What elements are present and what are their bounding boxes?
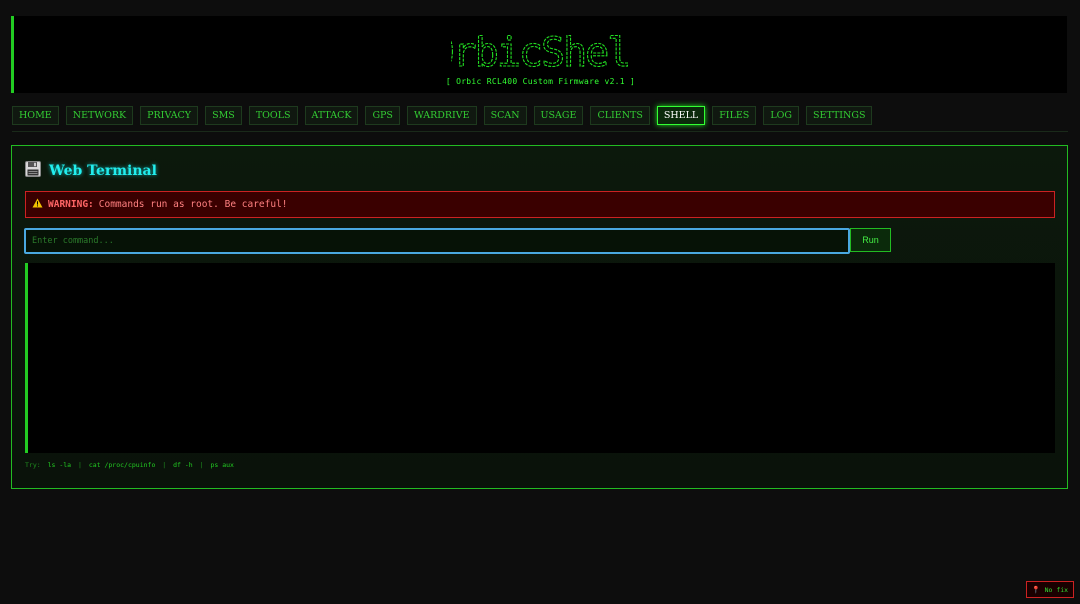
nav-divider xyxy=(12,131,1068,132)
gps-status-text: No fix xyxy=(1044,585,1069,594)
warning-label: WARNING: xyxy=(48,199,94,210)
nav-item-attack[interactable]: ATTACK xyxy=(304,106,359,125)
nav-item-clients[interactable]: CLIENTS xyxy=(590,106,650,125)
nav-item-log[interactable]: LOG xyxy=(763,106,800,125)
nav-item-home[interactable]: HOME xyxy=(12,106,59,125)
pin-icon: 📍 xyxy=(1031,585,1041,594)
hint-separator: | xyxy=(162,461,167,469)
svg-text:OrbicShell: OrbicShell xyxy=(451,30,631,76)
command-input[interactable] xyxy=(24,228,850,254)
hint-separator: | xyxy=(199,461,204,469)
main-nav: HOME NETWORK PRIVACY SMS TOOLS ATTACK GPS WARDR… xyxy=(12,106,879,126)
nav-item-network[interactable]: NETWORK xyxy=(65,106,134,125)
panel-header: Web Terminal xyxy=(25,161,157,181)
hint-command: cat /proc/cpuinfo xyxy=(88,461,156,469)
run-button[interactable]: Run xyxy=(850,228,891,252)
panel-title: Web Terminal xyxy=(49,163,157,179)
logo-text: OrbicShell xyxy=(451,29,631,76)
nav-item-shell[interactable]: SHELL xyxy=(656,106,706,125)
nav-item-settings[interactable]: SETTINGS xyxy=(806,106,873,125)
nav-item-usage[interactable]: USAGE xyxy=(533,106,584,125)
hint-command: ps aux xyxy=(210,461,234,469)
hint-command: ls -la xyxy=(47,461,72,469)
warning-message: Commands run as root. Be careful! xyxy=(98,199,288,210)
root-warning-banner: WARNING: Commands run as root. Be carefu… xyxy=(25,191,1055,218)
terminal-output[interactable] xyxy=(25,263,1055,453)
hint-separator: | xyxy=(77,461,82,469)
app-header: OrbicShell [ Orbic RCL400 Custom Firmwar… xyxy=(11,16,1067,93)
web-terminal-panel: Web Terminal WARNING: Commands run as ro… xyxy=(11,145,1068,489)
nav-item-scan[interactable]: SCAN xyxy=(483,106,527,125)
nav-item-privacy[interactable]: PRIVACY xyxy=(140,106,199,125)
warning-triangle-icon xyxy=(32,198,43,211)
hint-command: df -h xyxy=(173,461,193,469)
firmware-subtitle: [ Orbic RCL400 Custom Firmware v2.1 ] xyxy=(445,77,636,86)
command-hints: Try: ls -la | cat /proc/cpuinfo | df -h … xyxy=(25,461,234,469)
nav-item-wardrive[interactable]: WARDRIVE xyxy=(406,106,477,125)
nav-item-sms[interactable]: SMS xyxy=(205,106,242,125)
gps-status-badge: 📍 No fix xyxy=(1026,581,1074,598)
floppy-disk-icon xyxy=(25,161,41,181)
nav-item-files[interactable]: FILES xyxy=(712,106,757,125)
nav-item-tools[interactable]: TOOLS xyxy=(248,106,298,125)
nav-item-gps[interactable]: GPS xyxy=(365,106,400,125)
hints-prefix: Try: xyxy=(25,461,41,469)
logo: OrbicShell xyxy=(14,28,1067,80)
